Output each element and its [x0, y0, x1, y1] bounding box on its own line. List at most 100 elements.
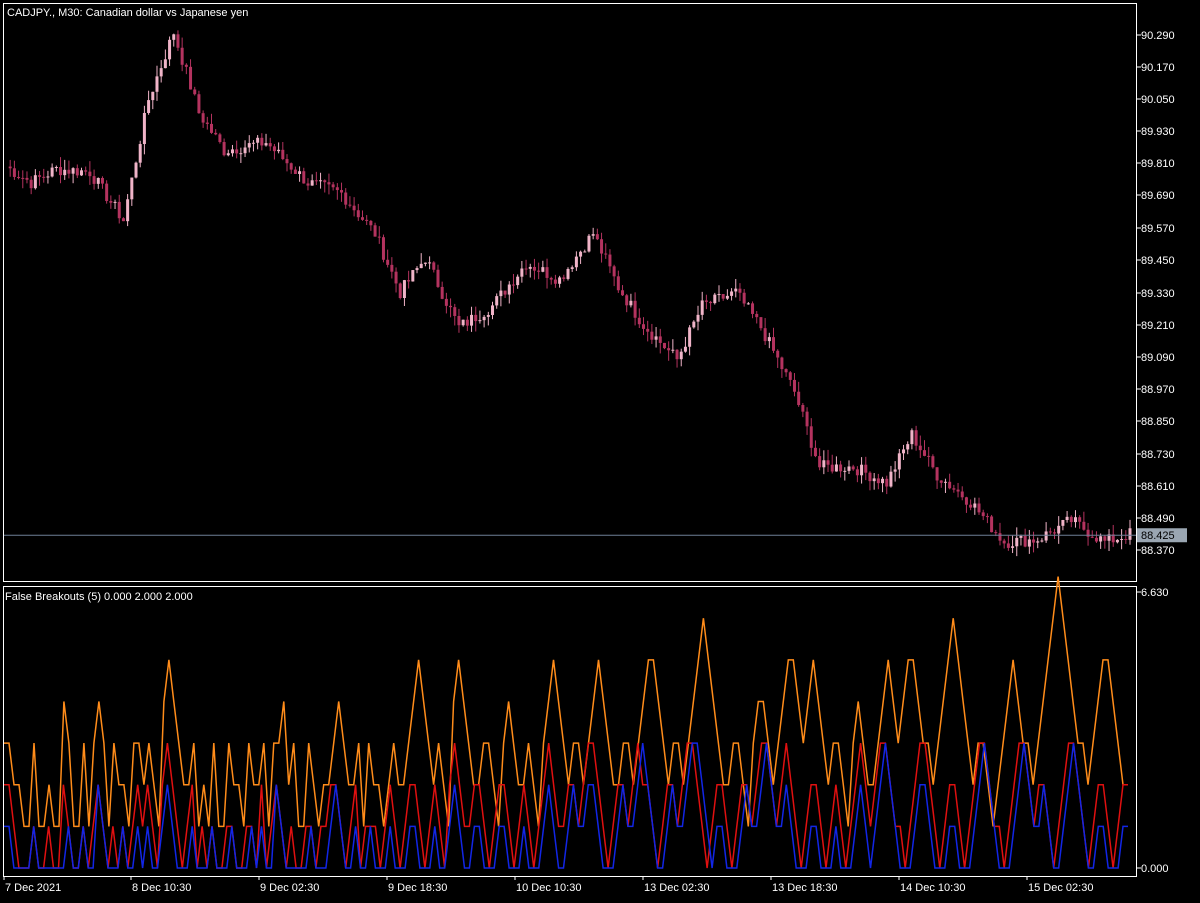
candle-body — [293, 169, 297, 174]
price-panel-frame — [3, 3, 1137, 582]
candle-body — [29, 179, 33, 189]
candle-body — [226, 153, 230, 156]
candle-body — [507, 284, 511, 295]
candle-body — [411, 270, 415, 282]
price-axis-label: 89.450 — [1141, 255, 1175, 267]
candle-body — [46, 176, 50, 178]
candle-body — [461, 319, 465, 326]
candle-body — [709, 301, 713, 304]
candle-body — [1015, 537, 1019, 547]
candle-body — [184, 64, 188, 67]
candle-body — [12, 168, 16, 177]
candle-body — [398, 283, 402, 299]
candle-body — [943, 481, 947, 483]
candle-body — [327, 182, 331, 185]
candle-body — [314, 180, 318, 182]
candle-body — [1053, 532, 1057, 534]
candle-body — [998, 533, 1002, 541]
candle-body — [549, 277, 553, 280]
candle-body — [54, 167, 58, 169]
candle-body — [465, 319, 469, 326]
candle-body — [683, 346, 687, 352]
candle-body — [478, 320, 482, 322]
candle-body — [264, 143, 268, 146]
candle-body — [235, 149, 239, 154]
candle-body — [373, 225, 377, 237]
candle-body — [763, 328, 767, 342]
candle-body — [8, 166, 12, 169]
candle-body — [42, 176, 46, 178]
current-price-label: 88.425 — [1141, 530, 1175, 542]
candlestick-series — [8, 30, 1132, 557]
price-axis-label: 90.290 — [1141, 30, 1175, 42]
candle-body — [730, 291, 734, 296]
candle-body — [449, 305, 453, 308]
candle-body — [973, 503, 977, 508]
time-axis: 7 Dec 2021 8 Dec 10:30 9 Dec 02:30 9 Dec 18… — [3, 876, 1093, 894]
candle-body — [482, 316, 486, 321]
candle-body — [67, 169, 71, 174]
candle-body — [864, 464, 868, 473]
candle-body — [38, 175, 42, 177]
candle-body — [595, 234, 599, 240]
candle-body — [428, 262, 432, 264]
candle-body — [319, 180, 323, 182]
candle-body — [629, 300, 633, 306]
candle-body — [1057, 525, 1061, 534]
candle-body — [436, 269, 440, 287]
candle-body — [872, 478, 876, 482]
candle-body — [964, 497, 968, 505]
candle-body — [1115, 539, 1119, 543]
candle-body — [541, 267, 545, 272]
candle-body — [881, 478, 885, 484]
candle-body — [444, 298, 448, 306]
candle-body — [524, 268, 528, 270]
candle-body — [256, 137, 260, 143]
candle-body — [21, 177, 25, 179]
candle-body — [163, 59, 167, 69]
candle-body — [600, 239, 604, 254]
candle-body — [281, 149, 285, 160]
candle-body — [566, 268, 570, 279]
candle-body — [876, 478, 880, 484]
candle-body — [574, 256, 578, 268]
candle-body — [843, 470, 847, 472]
current-price-line-group: 88.425 — [4, 528, 1187, 543]
candle-body — [553, 279, 557, 284]
candle-body — [805, 411, 809, 427]
candle-body — [210, 123, 214, 133]
candle-body — [474, 314, 478, 322]
candle-body — [159, 68, 163, 77]
candle-body — [675, 349, 679, 360]
candle-body — [713, 294, 717, 304]
candle-body — [17, 176, 21, 178]
candle-body — [755, 313, 759, 318]
candle-body — [860, 464, 864, 476]
candle-body — [126, 199, 130, 222]
candle-body — [151, 91, 155, 101]
candle-body — [277, 149, 281, 152]
candle-body — [616, 276, 620, 291]
candle-body — [688, 327, 692, 347]
candle-body — [851, 466, 855, 470]
candle-body — [193, 89, 197, 95]
candle-body — [830, 464, 834, 472]
candle-body — [532, 266, 536, 271]
candle-body — [918, 445, 922, 451]
indicator-axis-label: 0.000 — [1141, 863, 1169, 875]
candle-body — [268, 143, 272, 147]
candle-body — [767, 337, 771, 342]
candle-body — [96, 177, 100, 184]
candle-body — [914, 430, 918, 446]
candle-body — [969, 504, 973, 508]
candle-body — [390, 264, 394, 272]
price-panel-title: CADJPY., M30: Canadian dollar vs Japanes… — [7, 7, 248, 19]
candle-body — [1120, 538, 1124, 540]
indicator-lines — [4, 576, 1128, 869]
candle-body — [583, 251, 587, 253]
candle-body — [780, 357, 784, 370]
candle-body — [960, 491, 964, 498]
price-axis-label: 89.090 — [1141, 352, 1175, 364]
candle-body — [491, 305, 495, 316]
candle-body — [1019, 535, 1023, 538]
